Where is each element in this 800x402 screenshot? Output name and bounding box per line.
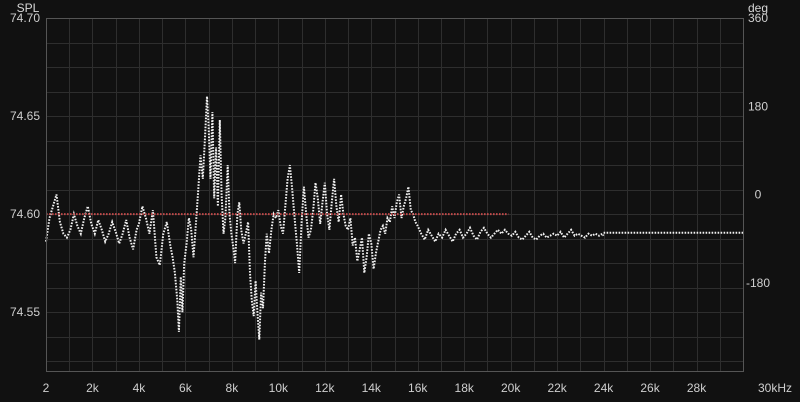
x-tick-label: 4k: [133, 381, 147, 395]
left-axis-title: SPL: [17, 1, 40, 15]
right-tick-label: 180: [748, 99, 768, 113]
x-tick-label: 30kHz: [758, 381, 792, 395]
traces: [45, 96, 743, 340]
x-tick-label: 14k: [362, 381, 382, 395]
chart-canvas: 74.7074.6574.6074.55 3601800-180 2 2k 4k 6k…: [10, 1, 792, 395]
spl-phase-chart: 74.70 74.65 74.60 74.55 360 180 0 -180 2 2k 4k 6k…: [0, 0, 800, 402]
spl-trace: [45, 96, 605, 340]
x-tick-label: 28k: [687, 381, 707, 395]
right-tick-label: 0: [755, 188, 762, 202]
x-tick-label: 6k: [179, 381, 193, 395]
x-tick-label: 20k: [501, 381, 521, 395]
left-tick-label: 74.65: [10, 109, 40, 123]
x-tick-label: 8k: [226, 381, 240, 395]
x-tick-label: 22k: [547, 381, 567, 395]
left-tick-label: 74.55: [10, 305, 40, 319]
x-tick-labels: 2 2k 4k 6k 8k 10k 12k 14k 16k 18k 20k 22k 24k 26k 28k 3…: [43, 381, 792, 395]
left-tick-label: 74.60: [10, 207, 40, 221]
x-tick-label: 12k: [315, 381, 335, 395]
left-tick-labels: 74.7074.6574.6074.55: [10, 11, 40, 319]
right-tick-labels: 3601800-180: [746, 11, 770, 290]
grid: [46, 18, 744, 371]
x-tick-label: 2: [43, 381, 50, 395]
x-tick-label: 26k: [640, 381, 660, 395]
x-tick-label: 18k: [455, 381, 475, 395]
right-axis-title: deg: [748, 1, 768, 15]
x-tick-label: 10k: [269, 381, 289, 395]
right-tick-label: -180: [746, 276, 770, 290]
x-tick-label: 2k: [86, 381, 100, 395]
x-tick-label: 24k: [594, 381, 614, 395]
x-tick-label: 16k: [408, 381, 428, 395]
